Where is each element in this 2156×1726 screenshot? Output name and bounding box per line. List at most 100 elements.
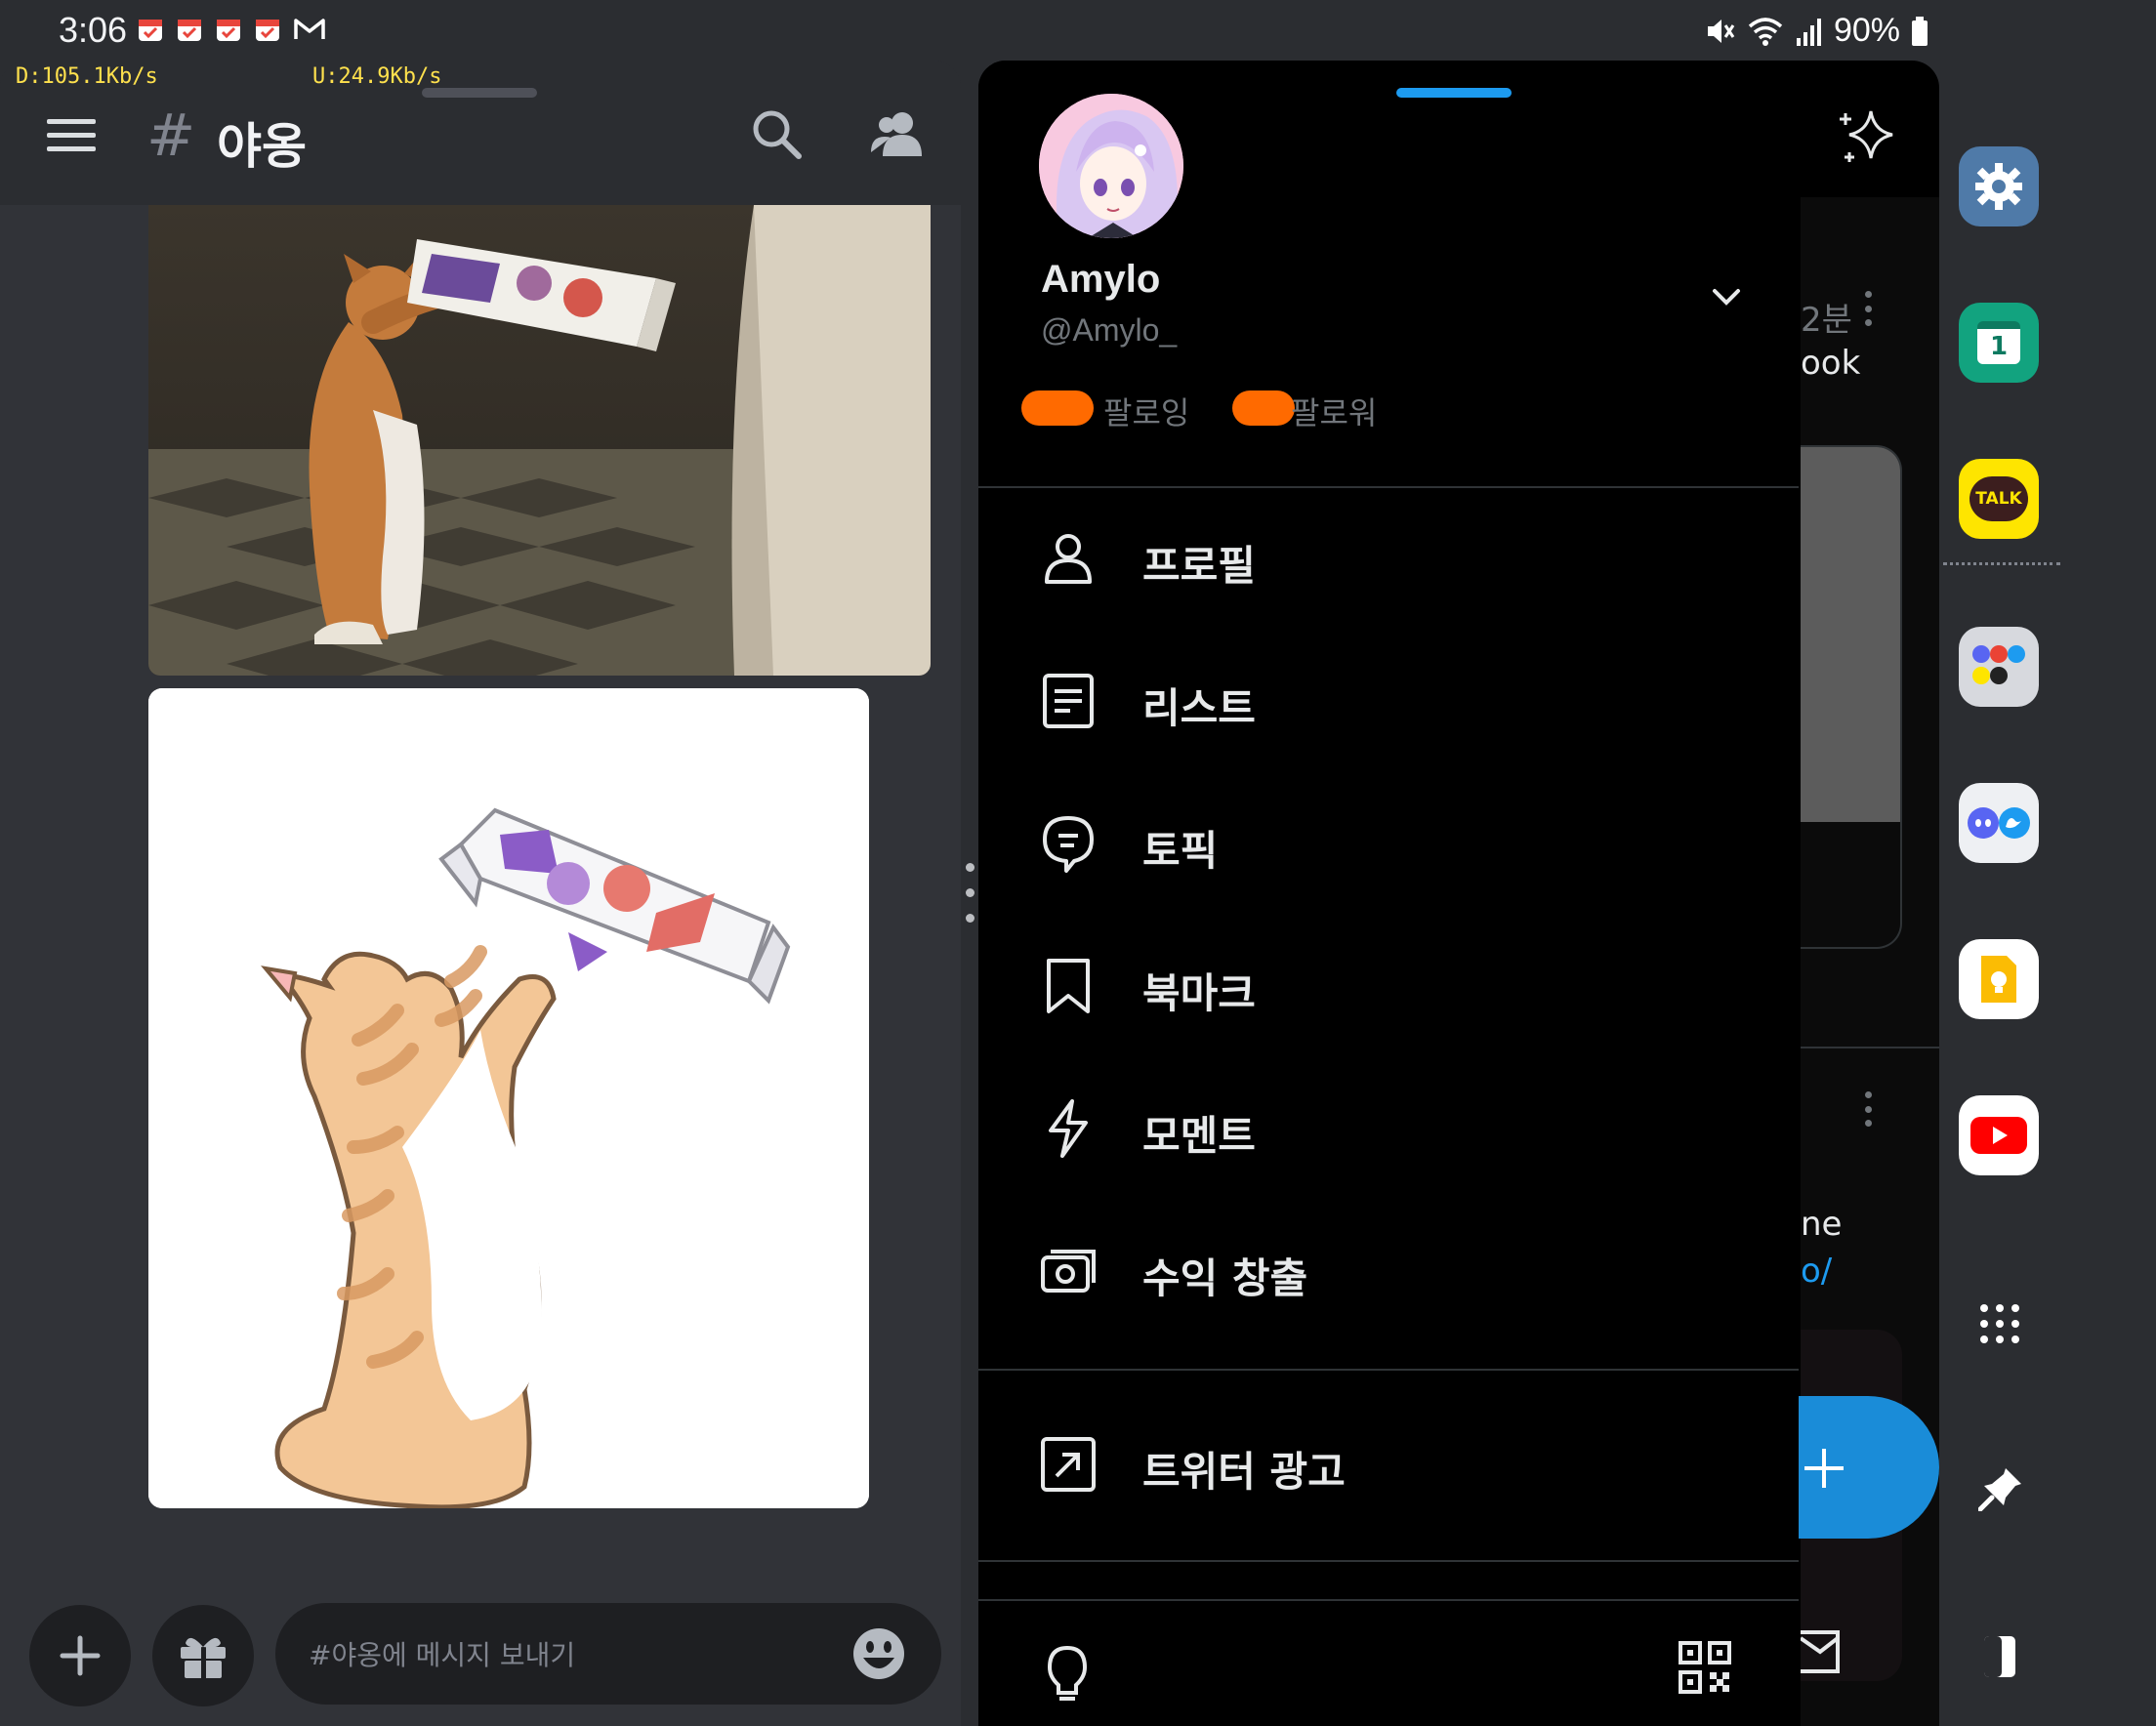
taskbar-dock: 1 TALK <box>1943 61 2156 1726</box>
qr-code-icon[interactable] <box>1678 1640 1732 1695</box>
wifi-icon <box>1748 17 1783 46</box>
discord-window: # 야옹 #야옹에 메시지 보내기 <box>0 61 961 1726</box>
drawer-divider <box>978 486 1799 488</box>
all-apps-icon[interactable] <box>1978 1302 2021 1345</box>
members-icon[interactable] <box>869 109 928 158</box>
timeline-link-fragment: o/ <box>1801 1252 1833 1291</box>
display-name[interactable]: Amylo <box>1041 258 1160 302</box>
chevron-down-icon[interactable] <box>1707 277 1746 316</box>
timeline-text-fragment: ook <box>1801 344 1861 383</box>
topic-icon <box>1043 816 1094 873</box>
messages-icon[interactable] <box>1801 1628 1842 1673</box>
youtube-app-icon[interactable] <box>1959 1095 2039 1175</box>
drawer-divider <box>978 1560 1799 1562</box>
drawer-divider <box>978 1599 1799 1601</box>
calendar-icon <box>217 20 240 41</box>
channel-hash-icon: # <box>146 102 196 170</box>
timeline-separator <box>1801 1047 1939 1048</box>
pin-icon[interactable] <box>1978 1466 2023 1511</box>
calendar-icon <box>256 20 279 41</box>
menu-item-label: 트위터 광고 <box>1142 1448 1346 1496</box>
following-count-redacted <box>1021 390 1094 426</box>
mute-icon <box>1707 19 1735 43</box>
split-divider-dot[interactable] <box>966 914 974 923</box>
menu-item-lists[interactable]: 리스트 <box>978 642 1799 760</box>
person-icon <box>1045 534 1092 584</box>
discord-twitter-icon <box>1968 807 2030 839</box>
bookmark-icon <box>1047 959 1090 1013</box>
gift-icon <box>181 1637 226 1678</box>
compose-tweet-button[interactable] <box>1799 1396 1939 1539</box>
calendar-app-icon[interactable]: 1 <box>1959 303 2039 383</box>
cat-drawing-image[interactable] <box>148 688 869 1508</box>
lightbulb-icon[interactable] <box>1043 1644 1092 1703</box>
followers-count-redacted <box>1232 390 1295 426</box>
status-bar: 3:06 90% <box>0 0 2156 61</box>
signal-icon <box>1796 18 1821 46</box>
emoji-icon[interactable] <box>851 1626 906 1681</box>
search-icon[interactable] <box>750 107 803 160</box>
channel-name: 야옹 <box>217 118 307 175</box>
kakao-talk-label: TALK <box>1969 476 2028 521</box>
list-icon <box>1043 674 1094 728</box>
keep-icon <box>1981 956 2016 1003</box>
gear-icon <box>1975 163 2022 210</box>
dock-separator <box>1943 562 2060 565</box>
app-pair-icon[interactable] <box>1959 627 2039 707</box>
menu-item-topics[interactable]: 토픽 <box>978 785 1799 902</box>
followers-link[interactable]: 팔로워 <box>1291 389 1377 433</box>
timeline-text-fragment: ne <box>1801 1205 1843 1244</box>
keep-app-icon[interactable] <box>1959 939 2039 1019</box>
menu-item-monetization[interactable]: 수익 창출 <box>978 1212 1799 1330</box>
drawer-divider <box>978 1369 1799 1371</box>
sparkle-icon[interactable] <box>1836 103 1900 168</box>
menu-item-label: 토픽 <box>1142 827 1219 875</box>
menu-item-profile[interactable]: 프로필 <box>978 500 1799 617</box>
calendar-icon <box>139 20 162 41</box>
menu-item-label: 모멘트 <box>1142 1112 1256 1160</box>
battery-icon <box>1912 16 1928 46</box>
kakaotalk-app-icon[interactable]: TALK <box>1959 459 2039 539</box>
cat-photo-image[interactable] <box>148 205 931 676</box>
network-meter-down: D:105.1Kb/s <box>16 64 158 89</box>
battery-percent: 90% <box>1833 12 1900 49</box>
more-icon[interactable] <box>1865 291 1873 326</box>
recent-apps-icon[interactable] <box>1980 1632 2019 1681</box>
menu-item-bookmarks[interactable]: 북마크 <box>978 927 1799 1045</box>
split-divider-dot[interactable] <box>966 888 974 897</box>
timeline-timestamp: 2분 <box>1801 301 1852 340</box>
gift-button[interactable] <box>152 1605 254 1706</box>
money-icon <box>1041 1250 1096 1293</box>
avatar[interactable] <box>1039 94 1183 238</box>
message-placeholder: #야옹에 메시지 보내기 <box>309 1639 576 1671</box>
lightning-icon <box>1049 1099 1088 1158</box>
discord-twitter-pair-icon[interactable] <box>1959 783 2039 863</box>
following-link[interactable]: 팔로잉 <box>1103 389 1189 433</box>
navigation-drawer: Amylo @Amylo_ 팔로잉 팔로워 프로필 리스트 토픽 북마크 모멘트 <box>978 61 1799 1726</box>
user-handle: @Amylo_ <box>1041 312 1178 348</box>
system-status-icons: 90% <box>1703 12 1929 50</box>
calendar-day: 1 <box>1977 321 2020 364</box>
window-drag-handle[interactable] <box>422 88 537 98</box>
menu-item-label: 프로필 <box>1142 542 1256 590</box>
add-attachment-button[interactable] <box>29 1605 131 1706</box>
split-divider-dot[interactable] <box>966 863 974 872</box>
menu-item-twitter-ads[interactable]: 트위터 광고 <box>978 1406 1799 1523</box>
media-card[interactable] <box>1801 445 1902 949</box>
menu-icon[interactable] <box>47 115 96 156</box>
settings-app-icon[interactable] <box>1959 146 2039 226</box>
menu-item-moments[interactable]: 모멘트 <box>978 1070 1799 1187</box>
network-meter-up: U:24.9Kb/s <box>312 64 442 89</box>
plus-icon <box>1804 1449 1844 1488</box>
menu-item-label: 리스트 <box>1142 684 1256 732</box>
multi-app-icon <box>1972 645 2025 684</box>
calendar-icon <box>178 20 201 41</box>
menu-item-label: 수익 창출 <box>1142 1254 1308 1302</box>
external-link-icon <box>1041 1437 1096 1492</box>
twitter-window: 2분 ook ne o/ Amylo @Amylo_ 팔로잉 팔로워 프로필 리… <box>978 61 1939 1726</box>
gmail-icon <box>294 19 325 39</box>
window-drag-handle[interactable] <box>1396 88 1512 98</box>
more-icon[interactable] <box>1865 1091 1873 1127</box>
message-input[interactable]: #야옹에 메시지 보내기 <box>275 1603 941 1705</box>
plus-icon <box>60 1635 101 1676</box>
